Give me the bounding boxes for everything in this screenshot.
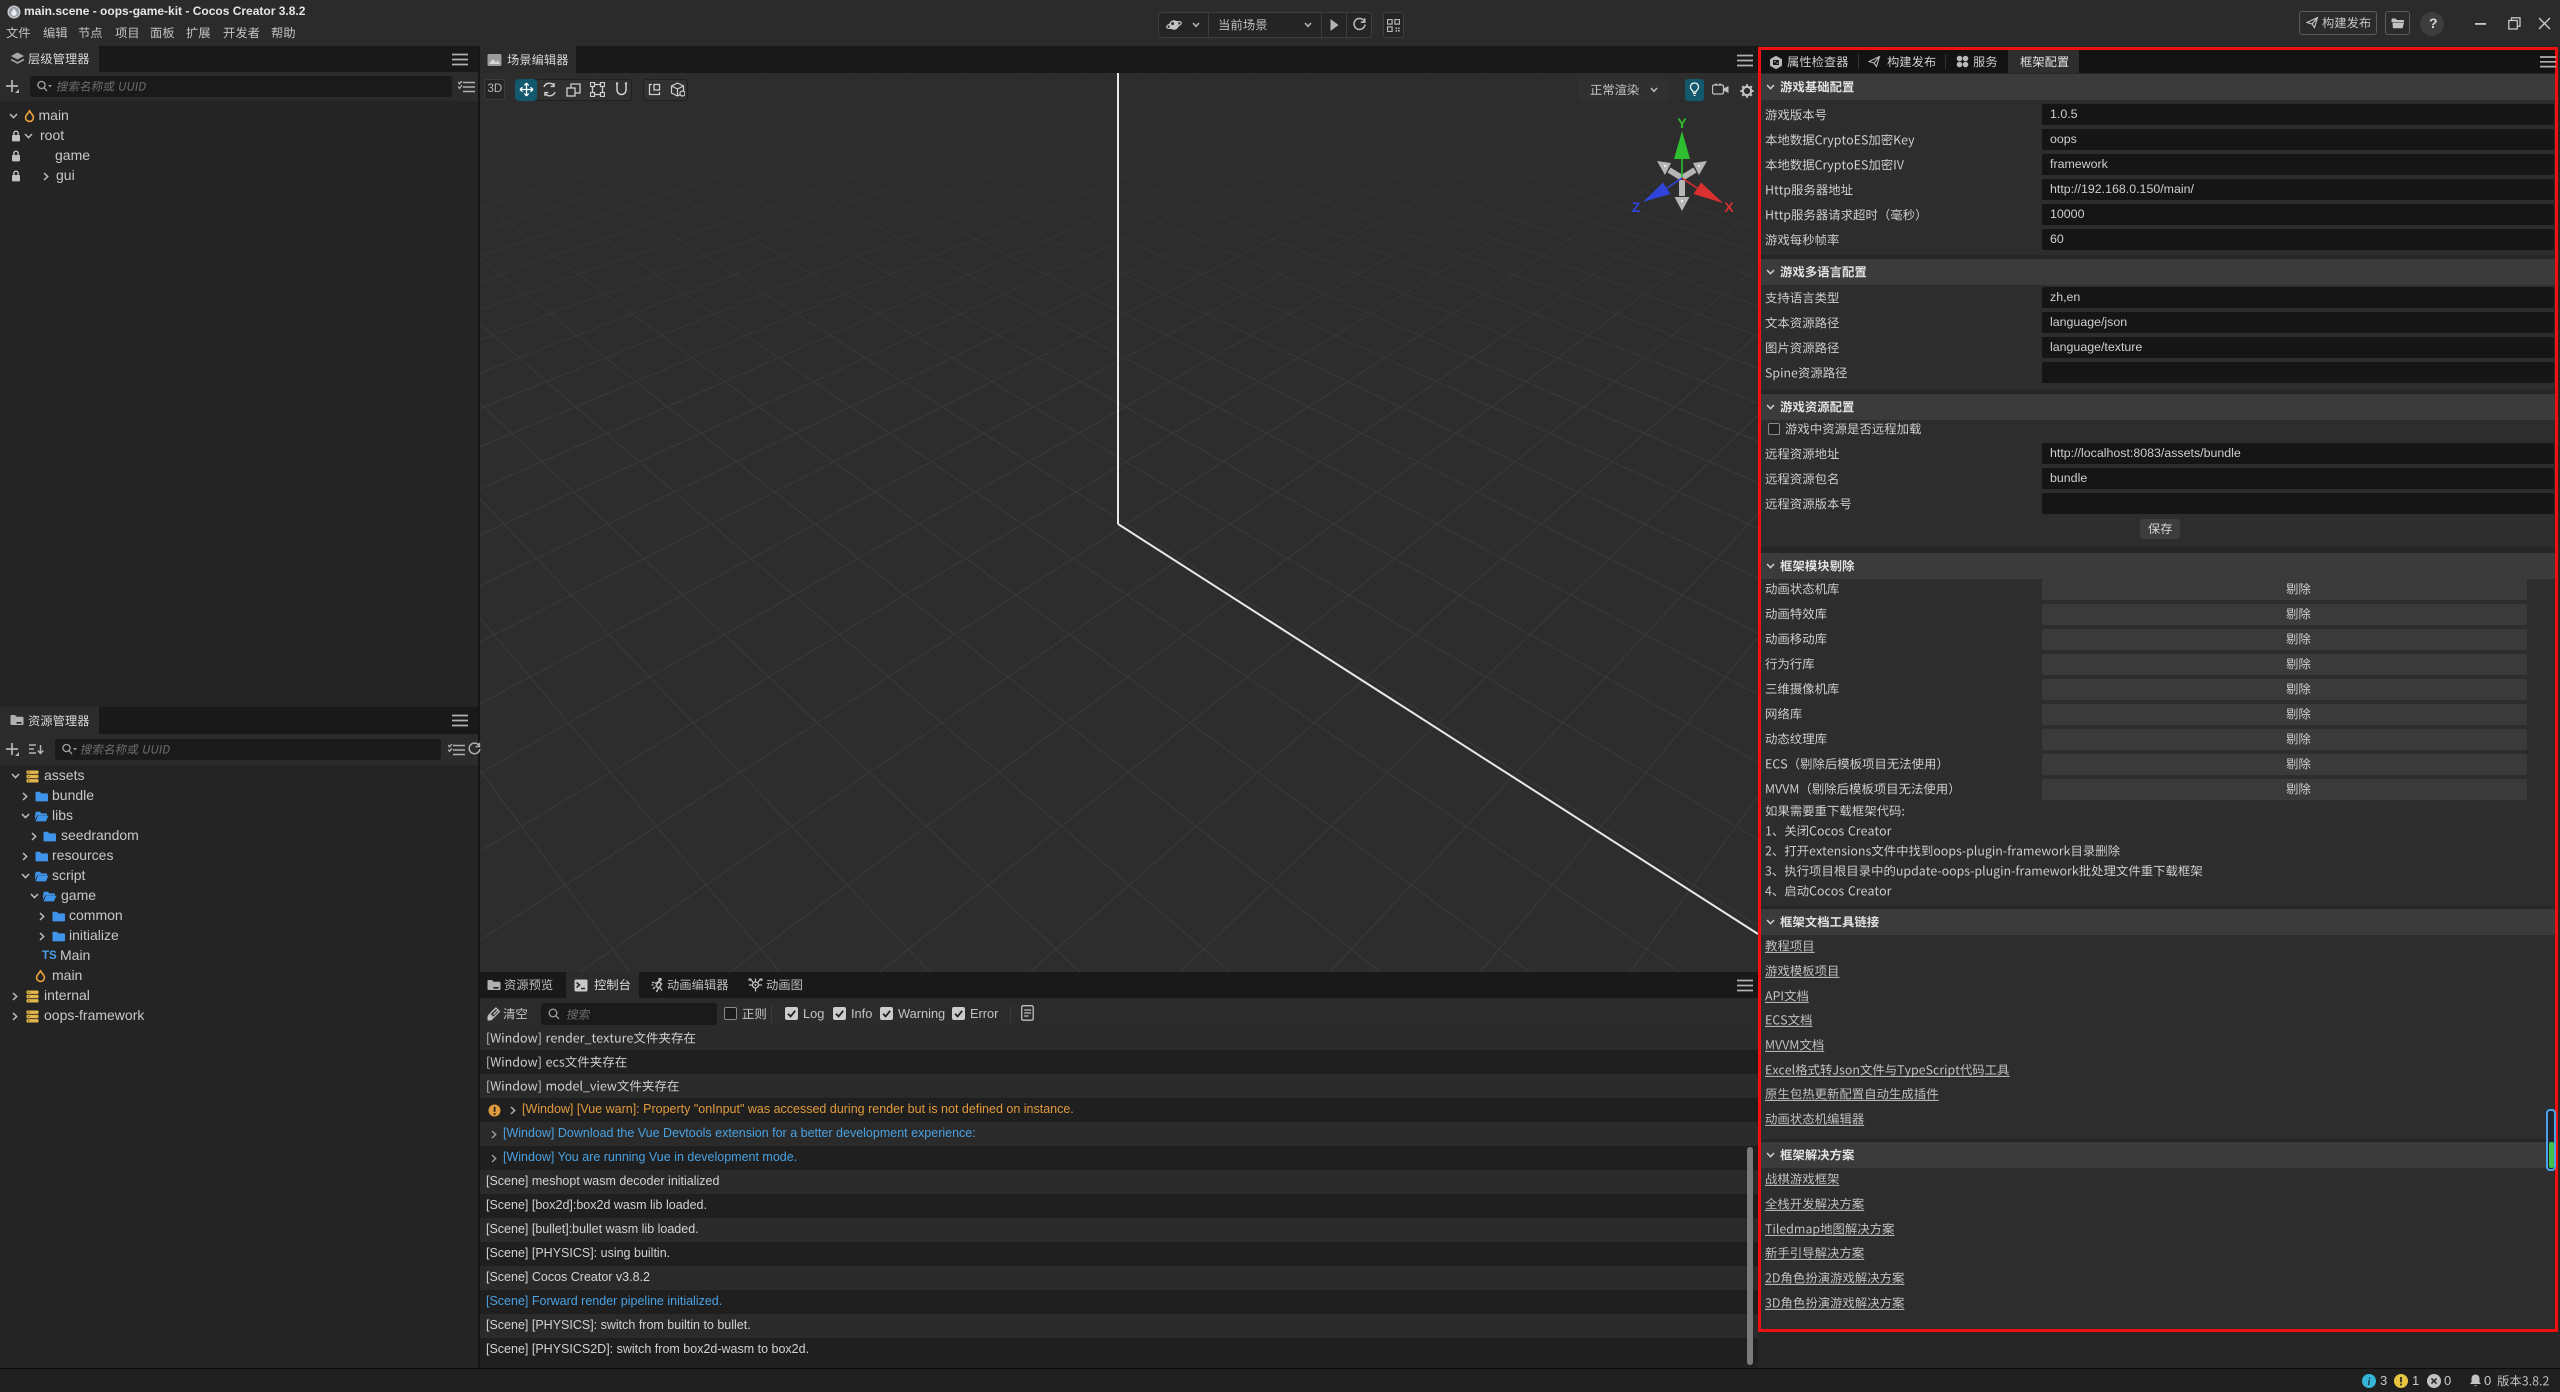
svg-text:Y: Y (1677, 115, 1687, 131)
svg-text:X: X (1724, 199, 1734, 215)
svg-text:Z: Z (1632, 199, 1641, 215)
svg-text:i: i (2368, 1377, 2371, 1388)
